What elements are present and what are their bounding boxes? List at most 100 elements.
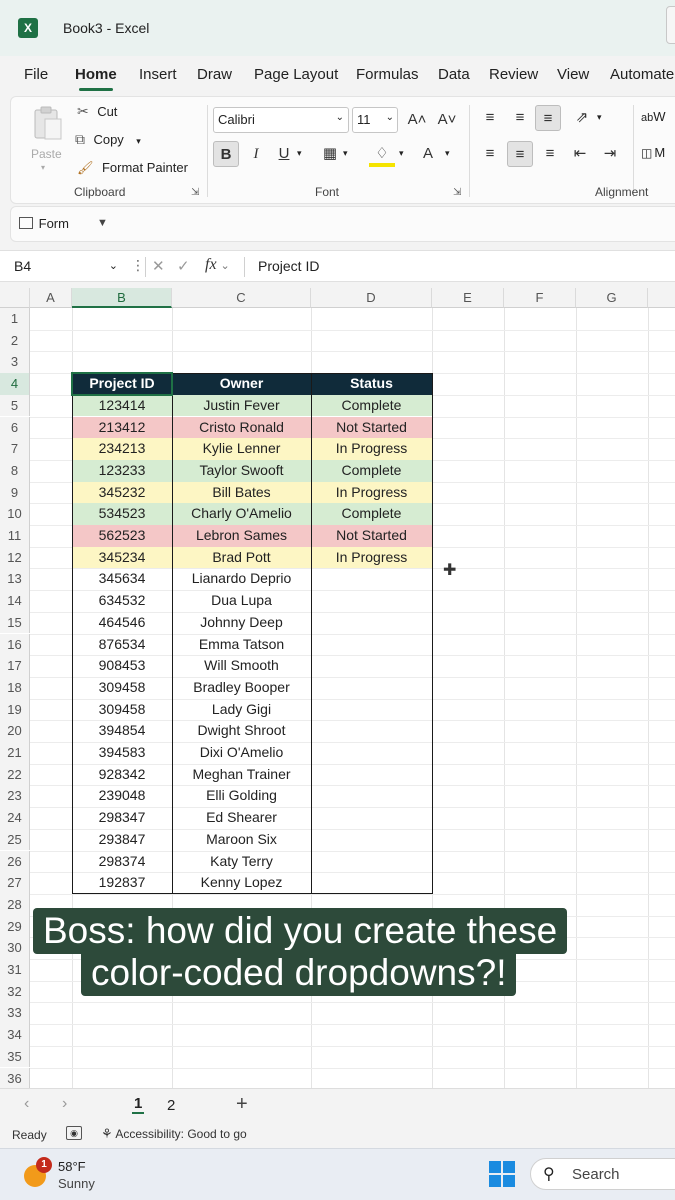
status-dropdown-cell[interactable] bbox=[311, 829, 432, 851]
status-dropdown-cell[interactable] bbox=[311, 785, 432, 807]
macro-record-icon[interactable]: ◉ bbox=[66, 1126, 82, 1140]
table-cell-owner[interactable]: Katy Terry bbox=[172, 851, 311, 873]
table-cell-owner[interactable]: Dixi O'Amelio bbox=[172, 742, 311, 764]
table-cell-id[interactable]: 394854 bbox=[72, 720, 172, 742]
shrink-font-button[interactable]: A˅ bbox=[434, 107, 460, 133]
tab-data[interactable]: Data bbox=[438, 66, 470, 83]
tab-page-layout[interactable]: Page Layout bbox=[254, 66, 338, 83]
row-header-29[interactable]: 29 bbox=[0, 915, 30, 938]
column-header-d[interactable]: D bbox=[311, 288, 432, 308]
table-cell-id[interactable]: 464546 bbox=[72, 612, 172, 634]
table-cell-owner[interactable]: Emma Tatson bbox=[172, 634, 311, 656]
tab-home[interactable]: Home bbox=[75, 66, 117, 91]
status-dropdown-cell[interactable] bbox=[311, 720, 432, 742]
table-cell-owner[interactable]: Cristo Ronald bbox=[172, 416, 311, 439]
tab-file[interactable]: File bbox=[24, 66, 48, 83]
sheet-tab-2[interactable]: 2 bbox=[167, 1097, 175, 1114]
row-header-15[interactable]: 15 bbox=[0, 611, 30, 634]
chevron-right-icon[interactable]: › bbox=[62, 1095, 67, 1113]
table-cell-owner[interactable]: Lebron Sames bbox=[172, 525, 311, 547]
table-cell-owner[interactable]: Justin Fever bbox=[172, 394, 311, 417]
tab-formulas[interactable]: Formulas bbox=[356, 66, 419, 83]
table-cell-id[interactable]: 123233 bbox=[72, 459, 172, 482]
row-header-2[interactable]: 2 bbox=[0, 329, 30, 352]
column-header-a[interactable]: A bbox=[30, 288, 72, 308]
table-cell-owner[interactable]: Kylie Lenner bbox=[172, 438, 311, 460]
cut-button[interactable]: ✂ Cut bbox=[77, 103, 117, 123]
table-cell-owner[interactable]: Bradley Booper bbox=[172, 677, 311, 699]
status-dropdown-cell[interactable] bbox=[311, 612, 432, 634]
chevron-left-icon[interactable]: ‹ bbox=[24, 1095, 29, 1113]
chevron-down-icon[interactable]: ▾ bbox=[399, 148, 404, 159]
status-dropdown-cell[interactable]: Complete bbox=[311, 503, 432, 525]
status-dropdown-cell[interactable] bbox=[311, 677, 432, 699]
table-cell-owner[interactable]: Bill Bates bbox=[172, 481, 311, 504]
table-cell-id[interactable]: 634532 bbox=[72, 590, 172, 612]
align-bottom-icon[interactable]: ≡ bbox=[535, 105, 561, 131]
column-header-g[interactable]: G bbox=[576, 288, 648, 308]
table-cell-id[interactable]: 298347 bbox=[72, 807, 172, 829]
row-header-19[interactable]: 19 bbox=[0, 698, 30, 721]
row-header-17[interactable]: 17 bbox=[0, 655, 30, 677]
tab-automate[interactable]: Automate bbox=[610, 66, 674, 83]
align-middle-icon[interactable]: ≡ bbox=[507, 105, 533, 131]
chevron-down-icon[interactable]: ▾ bbox=[597, 112, 602, 123]
table-cell-id[interactable]: 562523 bbox=[72, 525, 172, 547]
table-cell-id[interactable]: 213412 bbox=[72, 416, 172, 439]
align-top-icon[interactable]: ≡ bbox=[477, 105, 503, 131]
paste-button[interactable]: Paste ▾ bbox=[27, 105, 67, 175]
status-dropdown-cell[interactable] bbox=[311, 764, 432, 786]
row-header-30[interactable]: 30 bbox=[0, 937, 30, 959]
italic-button[interactable]: I bbox=[243, 141, 269, 167]
table-cell-id[interactable]: 534523 bbox=[72, 503, 172, 525]
table-cell-id[interactable]: 234213 bbox=[72, 438, 172, 460]
column-header-e[interactable]: E bbox=[432, 288, 504, 308]
tab-draw[interactable]: Draw bbox=[197, 66, 232, 83]
align-center-icon[interactable]: ≡ bbox=[507, 141, 533, 167]
tab-view[interactable]: View bbox=[557, 66, 589, 83]
accessibility-button[interactable]: ⚘ Accessibility: Good to go bbox=[101, 1126, 247, 1142]
taskbar-search[interactable]: ⚲ Search bbox=[530, 1158, 675, 1190]
table-cell-id[interactable]: 309458 bbox=[72, 699, 172, 721]
status-dropdown-cell[interactable] bbox=[311, 634, 432, 656]
row-header-35[interactable]: 35 bbox=[0, 1045, 30, 1068]
column-header-partial[interactable] bbox=[648, 288, 675, 308]
status-dropdown-cell[interactable] bbox=[311, 807, 432, 829]
row-header-26[interactable]: 26 bbox=[0, 850, 30, 873]
table-cell-owner[interactable]: Charly O'Amelio bbox=[172, 503, 311, 525]
column-header-f[interactable]: F bbox=[504, 288, 576, 308]
underline-button[interactable]: U bbox=[271, 141, 297, 167]
status-dropdown-cell[interactable] bbox=[311, 872, 432, 894]
table-cell-owner[interactable]: Johnny Deep bbox=[172, 612, 311, 634]
more-options-icon[interactable]: ⋮ bbox=[131, 257, 145, 274]
status-dropdown-cell[interactable]: Not Started bbox=[311, 525, 432, 547]
table-cell-id[interactable]: 876534 bbox=[72, 634, 172, 656]
status-dropdown-cell[interactable]: Not Started bbox=[311, 416, 432, 439]
table-header-cell[interactable]: Owner bbox=[172, 373, 311, 395]
table-cell-owner[interactable]: Maroon Six bbox=[172, 829, 311, 851]
table-header-cell[interactable]: Status bbox=[311, 373, 432, 395]
name-box[interactable]: B4 ⌄ bbox=[8, 255, 124, 279]
orientation-icon[interactable]: ⇗ bbox=[569, 105, 595, 131]
row-header-1[interactable]: 1 bbox=[0, 308, 30, 330]
weather-widget[interactable]: 1 58°F Sunny bbox=[22, 1157, 132, 1195]
increase-indent-icon[interactable]: ⇥ bbox=[597, 141, 623, 167]
row-header-5[interactable]: 5 bbox=[0, 394, 30, 417]
row-header-21[interactable]: 21 bbox=[0, 742, 30, 764]
status-dropdown-cell[interactable]: Complete bbox=[311, 459, 432, 482]
row-header-28[interactable]: 28 bbox=[0, 893, 30, 916]
table-cell-owner[interactable]: Lady Gigi bbox=[172, 699, 311, 721]
status-dropdown-cell[interactable]: In Progress bbox=[311, 481, 432, 504]
font-size-select[interactable]: 11 ⌄ bbox=[352, 107, 398, 133]
table-header-cell[interactable]: Project ID bbox=[72, 373, 172, 395]
grow-font-button[interactable]: A˄ bbox=[404, 107, 430, 133]
table-cell-id[interactable]: 192837 bbox=[72, 872, 172, 894]
row-header-11[interactable]: 11 bbox=[0, 525, 30, 547]
table-cell-id[interactable]: 345634 bbox=[72, 568, 172, 590]
row-header-14[interactable]: 14 bbox=[0, 590, 30, 612]
table-cell-id[interactable]: 293847 bbox=[72, 829, 172, 851]
tab-insert[interactable]: Insert bbox=[139, 66, 177, 83]
row-header-6[interactable]: 6 bbox=[0, 416, 30, 439]
merge-button[interactable]: ◫ M bbox=[641, 145, 665, 160]
status-dropdown-cell[interactable] bbox=[311, 568, 432, 590]
